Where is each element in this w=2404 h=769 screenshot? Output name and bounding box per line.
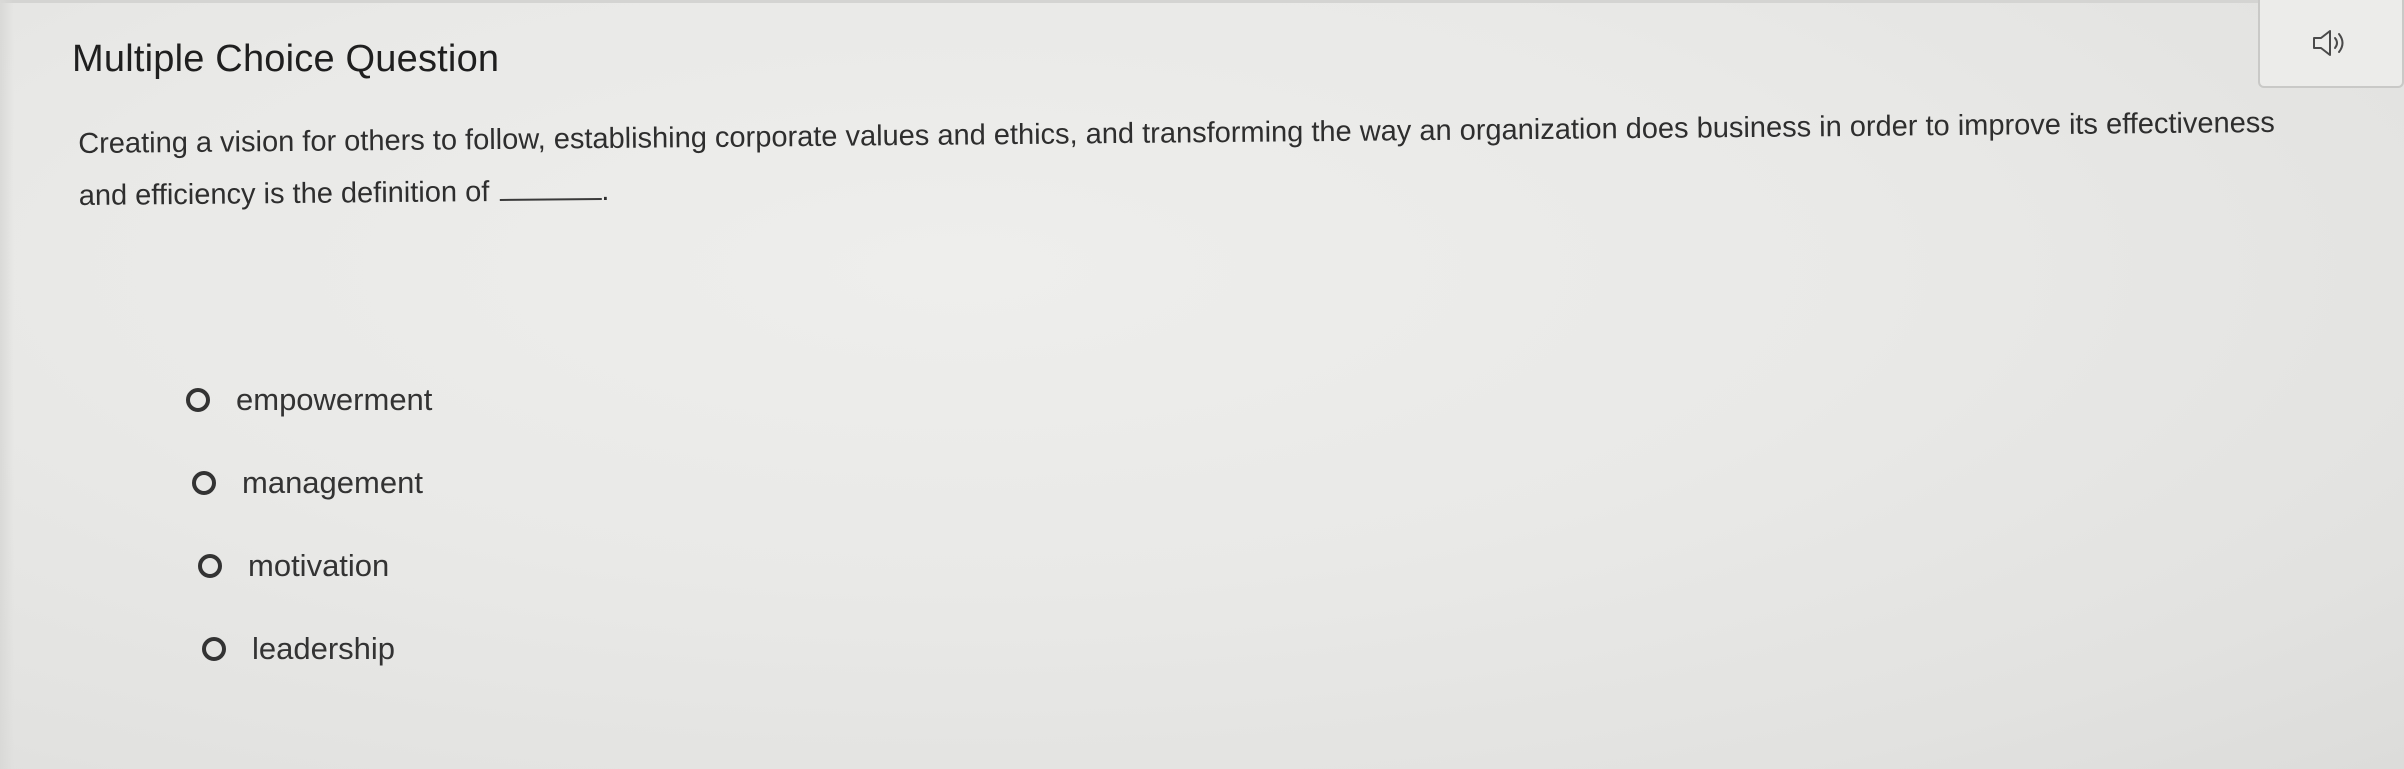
- choice-motivation[interactable]: motivation: [198, 546, 432, 586]
- choice-management[interactable]: management: [192, 463, 432, 503]
- answer-choices: empowerment management motivation leader…: [186, 380, 432, 712]
- page-title: Multiple Choice Question: [72, 38, 500, 80]
- choice-label: management: [242, 465, 423, 500]
- choice-label: leadership: [252, 631, 396, 666]
- choice-leadership[interactable]: leadership: [202, 629, 432, 669]
- read-aloud-button[interactable]: [2258, 0, 2404, 88]
- top-edge-divider: [0, 0, 2404, 3]
- radio-button[interactable]: [192, 471, 216, 495]
- question-text: Creating a vision for others to follow, …: [78, 96, 2319, 221]
- radio-button[interactable]: [198, 554, 222, 578]
- choice-label: motivation: [248, 548, 390, 583]
- question-body: Creating a vision for others to follow, …: [78, 106, 2275, 212]
- radio-button[interactable]: [202, 637, 226, 661]
- radio-button[interactable]: [186, 388, 210, 412]
- answer-blank: [499, 177, 602, 201]
- left-edge-shadow: [0, 0, 14, 769]
- choice-empowerment[interactable]: empowerment: [186, 380, 432, 420]
- speaker-icon: [2311, 28, 2351, 58]
- choice-label: empowerment: [236, 382, 433, 417]
- question-suffix: .: [601, 174, 610, 207]
